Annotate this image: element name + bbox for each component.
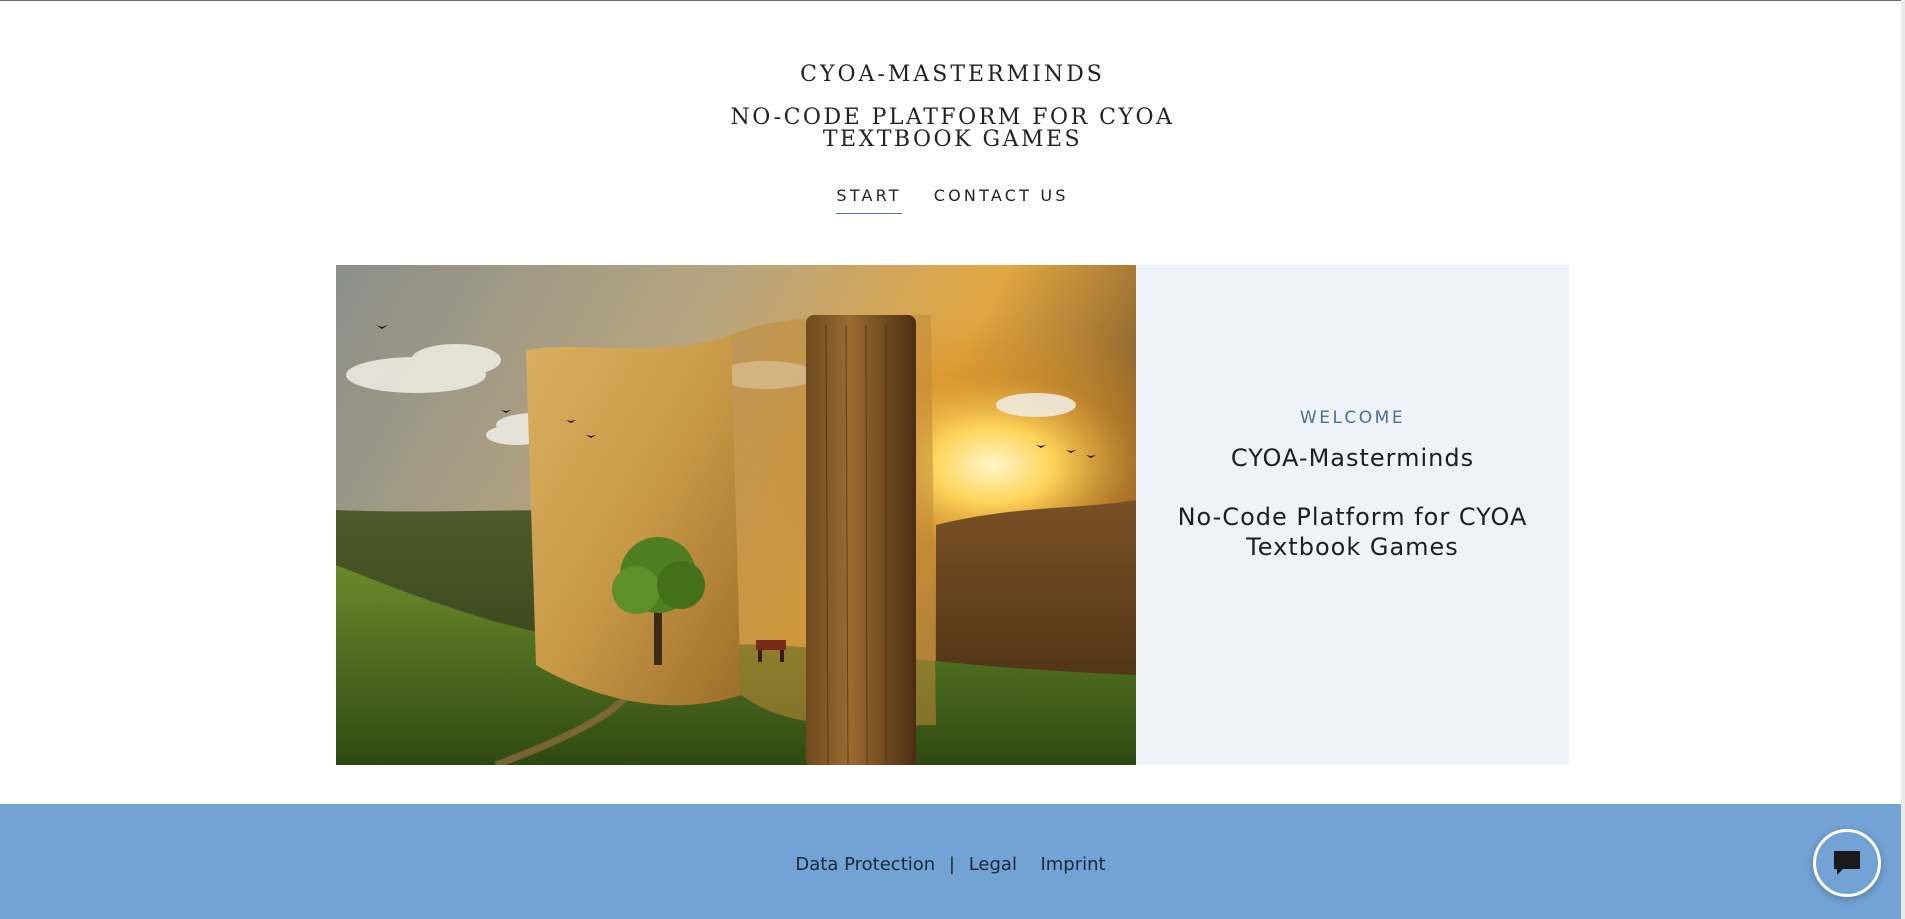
- nav-item-start[interactable]: START: [836, 186, 902, 214]
- site-subtitle-line2: TEXTBOOK GAMES: [822, 127, 1083, 152]
- chat-bubble-icon: [1834, 851, 1860, 875]
- site-subtitle-line1: NO-CODE PLATFORM FOR CYOA: [730, 105, 1175, 130]
- welcome-eyebrow: WELCOME: [1299, 408, 1406, 428]
- welcome-panel: WELCOME CYOA-Masterminds No-Code Platfor…: [1136, 265, 1569, 765]
- welcome-subtitle: No-Code Platform for CYOA Textbook Games: [1178, 502, 1528, 562]
- site-header: CYOA-MASTERMINDS NO-CODE PLATFORM FOR CY…: [0, 0, 1905, 230]
- welcome-subtitle-line2: Textbook Games: [1246, 533, 1459, 561]
- nav-item-contact-us[interactable]: CONTACT US: [934, 186, 1069, 214]
- welcome-title: CYOA-Masterminds: [1230, 444, 1475, 472]
- site-title[interactable]: CYOA-MASTERMINDS: [0, 62, 1905, 87]
- main-nav: START CONTACT US: [0, 186, 1905, 214]
- footer-link-imprint[interactable]: Imprint: [1040, 854, 1105, 875]
- welcome-subtitle-line1: No-Code Platform for CYOA: [1177, 503, 1528, 531]
- hero-section: WELCOME CYOA-Masterminds No-Code Platfor…: [336, 265, 1569, 765]
- hero-image: [336, 265, 1136, 765]
- footer-separator: |: [948, 854, 955, 875]
- footer-links: Data Protection | Legal Imprint: [0, 854, 1901, 875]
- site-subtitle: NO-CODE PLATFORM FOR CYOA TEXTBOOK GAMES: [0, 107, 1905, 151]
- hero-illustration: [336, 265, 1136, 765]
- footer-link-legal[interactable]: Legal: [969, 854, 1017, 875]
- footer-link-data-protection[interactable]: Data Protection: [795, 854, 935, 875]
- site-footer: Data Protection | Legal Imprint: [0, 804, 1901, 919]
- chat-button[interactable]: [1813, 829, 1881, 897]
